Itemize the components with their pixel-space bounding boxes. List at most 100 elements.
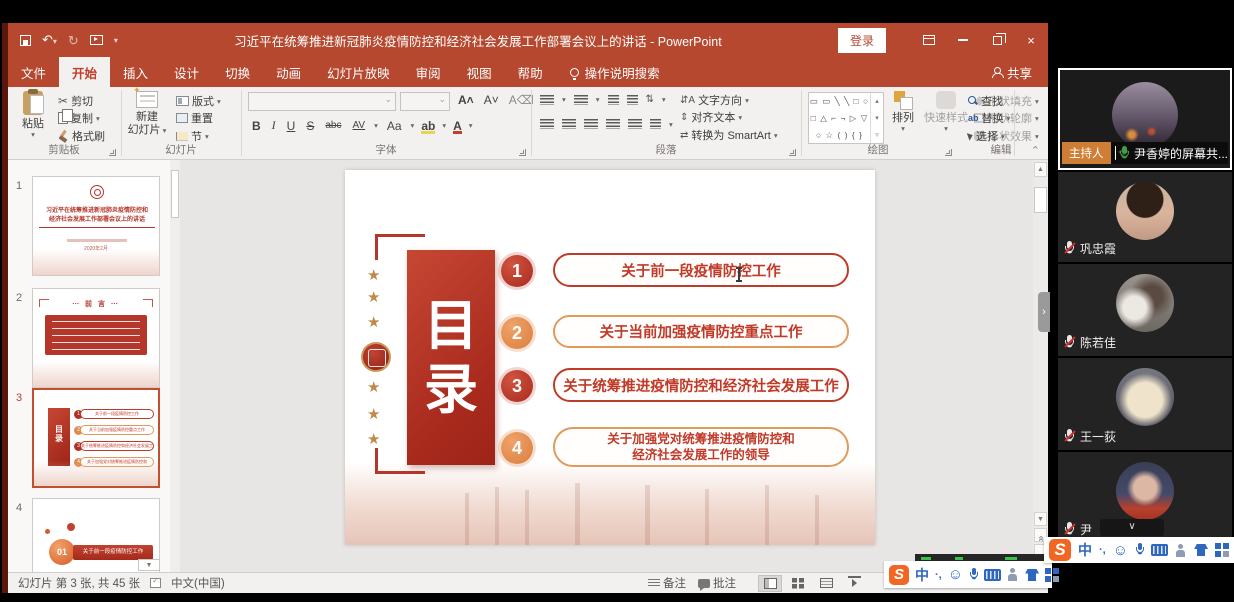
skin-icon[interactable] xyxy=(1194,544,1208,556)
emoji-icon[interactable]: ☺ xyxy=(1113,542,1128,559)
account-icon[interactable] xyxy=(1007,568,1019,581)
reading-view-button[interactable] xyxy=(814,575,838,592)
toolbox-icon[interactable] xyxy=(1215,543,1229,557)
decrease-indent-icon[interactable] xyxy=(608,95,619,105)
shapes-scroll-arrows[interactable]: ▴▾▿ xyxy=(870,93,883,143)
new-slide-button[interactable]: 新建 幻灯片 ▾ xyxy=(124,91,170,136)
tab-review[interactable]: 审阅 xyxy=(403,57,454,87)
comments-button[interactable]: 批注 xyxy=(698,575,736,591)
highlight-color-button[interactable]: ab xyxy=(421,119,435,133)
shadow-button[interactable]: abc xyxy=(323,120,343,131)
bullets-icon[interactable] xyxy=(540,95,554,105)
participant-tile-host[interactable]: 主持人 尹香婷的屏幕共... xyxy=(1058,68,1232,170)
thumbnail-slide-2[interactable]: ⋯ 前 言 ⋯ xyxy=(32,288,160,388)
scroll-up-button[interactable]: ▲ xyxy=(1034,162,1047,177)
convert-smartart-button[interactable]: ⇄ 转换为 SmartArt▾ xyxy=(680,127,778,143)
collapse-ribbon-icon[interactable]: ⌃ xyxy=(1031,144,1040,157)
collapse-videos-button[interactable]: ∨ xyxy=(1100,519,1164,536)
ribbon-display-options-button[interactable] xyxy=(912,27,946,53)
font-name-combo[interactable] xyxy=(248,92,396,111)
tab-help[interactable]: 帮助 xyxy=(505,57,556,87)
voice-input-icon[interactable] xyxy=(1135,543,1144,557)
panel-expand-handle[interactable]: › xyxy=(1038,292,1050,332)
layout-button[interactable]: 版式▾ xyxy=(176,93,221,109)
tab-insert[interactable]: 插入 xyxy=(110,57,161,87)
ime-punctuation-icon[interactable]: ·, xyxy=(1099,544,1106,556)
increase-indent-icon[interactable] xyxy=(627,95,638,105)
tab-view[interactable]: 视图 xyxy=(454,57,505,87)
thumbnail-scroll-down-button[interactable]: ▼ xyxy=(138,559,160,571)
line-spacing-icon[interactable]: ⇅ xyxy=(646,94,654,105)
soft-keyboard-icon[interactable] xyxy=(1151,544,1168,556)
justify-icon[interactable] xyxy=(606,119,620,129)
notes-button[interactable]: 备注 xyxy=(648,575,686,591)
redo-icon[interactable]: ↻ xyxy=(68,34,79,47)
save-icon[interactable] xyxy=(20,35,31,46)
toc-title-block[interactable]: 目 录 xyxy=(407,250,495,465)
change-case-button[interactable]: Aa xyxy=(385,119,404,133)
grow-font-button[interactable]: A˄ xyxy=(456,93,476,107)
login-button[interactable]: 登录 xyxy=(838,28,886,53)
paragraph-dialog-launcher-icon[interactable] xyxy=(789,149,796,156)
font-size-combo[interactable] xyxy=(400,92,450,111)
arrange-button[interactable]: 排列 ▾ xyxy=(886,91,920,133)
toc-item-4[interactable]: 关于加强党对统筹推进疫情防控和 经济社会发展工作的领导 xyxy=(553,427,849,467)
distribute-icon[interactable] xyxy=(628,119,642,129)
normal-view-button[interactable] xyxy=(758,575,782,592)
participant-tile[interactable]: 巩忠霞 xyxy=(1058,172,1232,262)
tab-design[interactable]: 设计 xyxy=(161,57,212,87)
numbering-icon[interactable] xyxy=(574,95,588,105)
tab-file[interactable]: 文件 xyxy=(8,57,59,87)
align-right-icon[interactable] xyxy=(584,119,598,129)
emoji-icon[interactable]: ☺ xyxy=(948,566,963,583)
character-spacing-button[interactable]: AV xyxy=(350,120,367,131)
drawing-dialog-launcher-icon[interactable] xyxy=(945,149,952,156)
tell-me-search[interactable]: 操作说明搜索 xyxy=(570,57,660,87)
paste-button[interactable]: 粘贴 ▾ xyxy=(10,91,56,139)
close-button[interactable]: × xyxy=(1014,27,1048,53)
ime-punctuation-icon[interactable]: ·, xyxy=(935,569,942,581)
slideshow-view-button[interactable] xyxy=(842,575,866,592)
align-text-button[interactable]: ⇕ 对齐文本▾ xyxy=(680,109,742,125)
ime-mode-chinese[interactable]: 中 xyxy=(915,565,929,585)
find-button[interactable]: 查找 xyxy=(968,93,1003,109)
toc-item-1[interactable]: 关于前一段疫情防控工作 xyxy=(553,253,849,287)
slide-canvas[interactable]: ★ ★ ★ ★ ★ ★ 目 录 1 关于前一段疫情防控工作 2 关于当前加强疫情… xyxy=(345,170,875,545)
language-indicator[interactable]: 中文(中国) xyxy=(171,575,225,591)
bold-button[interactable]: B xyxy=(250,119,263,133)
participant-tile[interactable]: 陈若佳 xyxy=(1058,264,1232,356)
minimize-button[interactable] xyxy=(946,27,980,53)
toc-item-2[interactable]: 关于当前加强疫情防控重点工作 xyxy=(553,315,849,348)
strikethrough-button[interactable]: S xyxy=(304,119,316,133)
copy-button[interactable]: 复制 ▾ xyxy=(58,110,100,126)
font-dialog-launcher-icon[interactable] xyxy=(519,149,526,156)
sogou-logo-icon[interactable]: S xyxy=(1049,539,1071,561)
toc-item-3[interactable]: 关于统筹推进疫情防控和经济社会发展工作 xyxy=(553,368,849,402)
account-icon[interactable] xyxy=(1175,544,1187,557)
align-center-icon[interactable] xyxy=(562,119,576,129)
shapes-gallery[interactable]: ▭ ▭ ╲ ╲ □ ○ □ △ ⌐ ¬ ▷ ▽ ○ ☆ ( ) { } ▴▾▿ xyxy=(808,92,884,144)
underline-button[interactable]: U xyxy=(285,119,298,133)
soft-keyboard-icon[interactable] xyxy=(984,569,1001,581)
voice-input-icon[interactable] xyxy=(969,568,978,582)
thumbnail-slide-1[interactable]: 习近平在统筹推进新冠肺炎疫情防控和 经济社会发展工作部署会议上的讲话 2020年… xyxy=(32,176,160,276)
tab-transitions[interactable]: 切换 xyxy=(212,57,263,87)
main-scrollbar[interactable]: ▲ ▼ » » xyxy=(1033,160,1048,572)
scrollbar-thumb[interactable] xyxy=(1034,187,1047,213)
share-button[interactable]: 共享 xyxy=(992,57,1048,87)
align-left-icon[interactable] xyxy=(540,119,554,129)
reset-button[interactable]: 重置 xyxy=(176,110,213,126)
ime-mode-chinese[interactable]: 中 xyxy=(1078,540,1092,560)
italic-button[interactable]: I xyxy=(270,118,278,133)
shrink-font-button[interactable]: A˅ xyxy=(482,93,501,107)
thumbnail-scrollbar[interactable] xyxy=(170,160,180,572)
columns-icon[interactable] xyxy=(650,119,661,129)
replace-button[interactable]: ab 替换▾ xyxy=(968,110,1010,126)
skin-icon[interactable] xyxy=(1025,569,1039,581)
start-slideshow-icon[interactable] xyxy=(90,35,103,45)
sogou-logo-icon[interactable]: S xyxy=(889,565,909,585)
tab-home[interactable]: 开始 xyxy=(59,57,110,87)
scroll-down-button[interactable]: ▼ xyxy=(1034,512,1047,526)
tab-slideshow[interactable]: 幻灯片放映 xyxy=(314,57,403,87)
clipboard-dialog-launcher-icon[interactable] xyxy=(109,149,116,156)
